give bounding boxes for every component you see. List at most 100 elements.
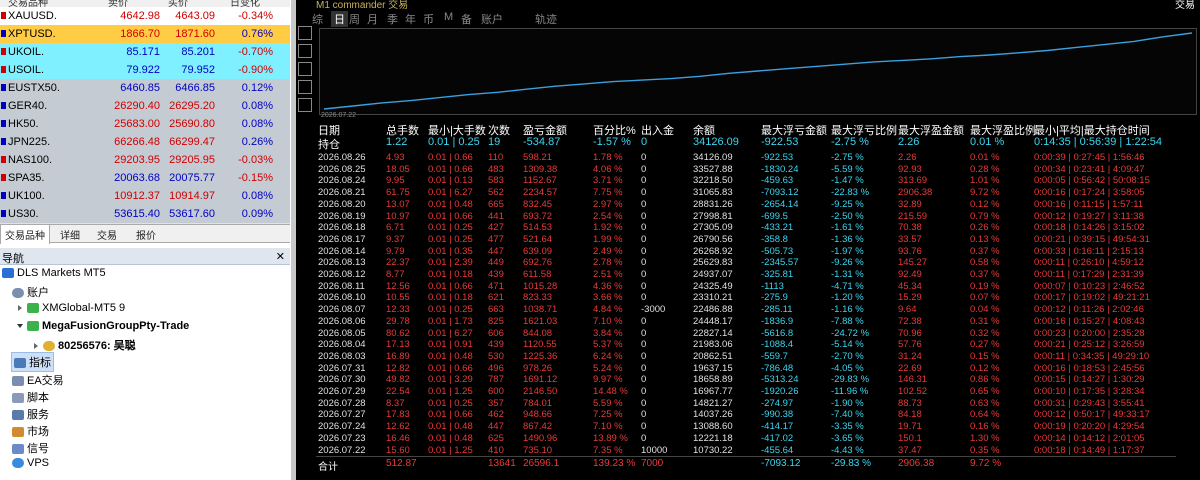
expand-icon[interactable] (18, 305, 22, 312)
market-watch-row[interactable]: EUSTX50. 6460.85 6466.85 0.12% (0, 79, 290, 98)
table-row[interactable]: 2026.08.24 9.95 0.01 | 0.13 583 1152.67 3.71 … (316, 175, 1176, 186)
mw-ask: 85.201 (181, 46, 215, 58)
tree-vps[interactable]: VPS (12, 457, 49, 469)
market-watch-row[interactable]: NAS100. 29203.95 29205.95 -0.03% (0, 151, 290, 170)
tree-services[interactable]: 服务 (12, 406, 49, 422)
tab-ticks[interactable]: 报价 (136, 227, 156, 242)
table-cell: 12.56 (386, 280, 410, 292)
table-row[interactable]: 2026.07.30 49.82 0.01 | 3.29 787 1691.12 9.97… (316, 374, 1176, 385)
period-tab[interactable]: 备 (461, 11, 472, 27)
table-row[interactable]: 2026.08.04 17.13 0.01 | 0.91 439 1120.55 5.37… (316, 339, 1176, 350)
period-tab[interactable]: 币 (423, 11, 434, 27)
market-watch-row[interactable]: UK100. 10912.37 10914.97 0.08% (0, 187, 290, 206)
table-cell: 0:00:17 | 0:19:02 | 49:21:21 (1034, 292, 1150, 304)
tree-account-user[interactable]: 80256576: 吴聪 (34, 337, 136, 353)
mw-bid: 4642.98 (120, 10, 160, 22)
tree-indicators[interactable]: 指标 (11, 352, 54, 372)
table-cell: 2.26 (898, 152, 917, 163)
table-cell: -7093.12 (761, 187, 799, 199)
tool-icon[interactable] (298, 80, 312, 94)
tool-icon[interactable] (298, 26, 312, 40)
expand-icon[interactable] (34, 343, 38, 350)
table-row[interactable]: 2026.08.05 80.62 0.01 | 6.27 606 844.08 3.84 … (316, 328, 1176, 339)
table-row[interactable]: 2026.08.25 18.05 0.01 | 0.66 483 1309.38 4.06… (316, 164, 1176, 175)
period-tab[interactable]: 季 (387, 11, 398, 27)
tree-broker[interactable]: DLS Markets MT5 (2, 267, 106, 279)
tab-details[interactable]: 详细 (60, 227, 80, 242)
holding-cell: -1.57 % (593, 136, 631, 148)
table-cell: 1.01 % (970, 175, 1000, 187)
market-watch-row[interactable]: USOIL. 79.922 79.952 -0.90% (0, 61, 290, 80)
market-watch-row[interactable]: HK50. 25683.00 25690.80 0.08% (0, 115, 290, 134)
close-icon[interactable]: ✕ (276, 250, 285, 263)
period-tab[interactable]: M (444, 11, 453, 23)
table-cell: 625 (488, 432, 504, 444)
period-tab[interactable]: 年 (405, 11, 416, 27)
trend-icon (1, 174, 6, 181)
table-row[interactable]: 2026.07.23 16.46 0.01 | 0.48 625 1490.96 13.8… (316, 433, 1176, 444)
table-row[interactable]: 2026.08.03 16.89 0.01 | 0.48 530 1225.36 6.24… (316, 351, 1176, 362)
table-cell: 2026.08.14 (318, 245, 366, 257)
tool-icon[interactable] (298, 62, 312, 76)
collapse-icon[interactable] (17, 324, 23, 329)
tab-symbols[interactable]: 交易品种 (0, 224, 50, 244)
navigator-title: 导航 (2, 253, 24, 265)
table-row[interactable]: 2026.08.26 4.93 0.01 | 0.66 110 598.21 1.78 %… (316, 152, 1176, 163)
mw-bid: 53615.40 (114, 208, 160, 220)
table-row[interactable]: 2026.08.13 22.37 0.01 | 2.39 449 692.76 2.78 … (316, 257, 1176, 268)
mw-ask: 53617.60 (169, 208, 215, 220)
table-row[interactable]: 2026.08.12 8.77 0.01 | 0.18 439 611.58 2.51 %… (316, 269, 1176, 280)
table-cell: 14821.27 (693, 397, 733, 409)
tree-signals[interactable]: 信号 (12, 440, 49, 456)
table-row[interactable]: 2026.08.14 9.79 0.01 | 0.35 447 639.09 2.49 %… (316, 246, 1176, 257)
table-cell: -459.63 (761, 175, 794, 187)
market-watch-row[interactable]: XAUUSD. 4642.98 4643.09 -0.34% (0, 7, 290, 26)
table-row[interactable]: 2026.07.24 12.62 0.01 | 0.48 447 867.42 7.10 … (316, 421, 1176, 432)
period-tab[interactable]: 综 (312, 11, 323, 27)
period-tab[interactable]: 账户 (481, 11, 503, 27)
table-cell: 0.35 % (970, 444, 1000, 456)
tool-icon[interactable] (298, 44, 312, 58)
market-watch-row[interactable]: JPN225. 66266.48 66299.47 0.26% (0, 133, 290, 152)
period-tab[interactable]: 周 (349, 11, 360, 27)
table-row[interactable]: 2026.08.17 9.37 0.01 | 0.25 477 521.64 1.99 %… (316, 234, 1176, 245)
tool-icon[interactable] (298, 98, 312, 112)
mw-bid: 26290.40 (114, 100, 160, 112)
tree-server-xm[interactable]: XMGlobal-MT5 9 (18, 302, 125, 314)
mw-ask: 1871.60 (175, 28, 215, 40)
table-row[interactable]: 2026.08.07 12.33 0.01 | 0.25 663 1038.71 4.84… (316, 304, 1176, 315)
table-row[interactable]: 2026.07.31 12.82 0.01 | 0.66 496 978.26 5.24 … (316, 363, 1176, 374)
table-cell: 0.37 % (970, 245, 1000, 257)
table-row[interactable]: 2026.08.11 12.56 0.01 | 0.66 471 1015.28 4.36… (316, 281, 1176, 292)
tree-market[interactable]: 市场 (12, 423, 49, 439)
table-row[interactable]: 2026.08.21 61.75 0.01 | 6.27 562 2234.57 7.75… (316, 187, 1176, 198)
tree-expert-advisors[interactable]: EA交易 (12, 372, 64, 388)
table-row[interactable]: 2026.08.19 10.97 0.01 | 0.66 441 693.72 2.54 … (316, 211, 1176, 222)
table-row[interactable]: 2026.08.18 6.71 0.01 | 0.25 427 514.53 1.92 %… (316, 222, 1176, 233)
table-cell: 45.34 (898, 280, 922, 292)
table-row[interactable]: 2026.07.22 15.60 0.01 | 1.25 410 735.10 7.35 … (316, 445, 1176, 456)
table-cell: -1836.9 (761, 315, 794, 327)
tree-server-megafusion[interactable]: MegaFusionGroupPty-Trade (17, 320, 189, 332)
table-row[interactable]: 2026.07.29 22.54 0.01 | 1.25 600 2146.50 14.4… (316, 386, 1176, 397)
market-watch-row[interactable]: GER40. 26290.40 26295.20 0.08% (0, 97, 290, 116)
tab-trading[interactable]: 交易 (97, 227, 117, 242)
table-row[interactable]: 2026.07.28 8.37 0.01 | 0.25 357 784.01 5.59 %… (316, 398, 1176, 409)
table-row[interactable]: 2026.07.27 17.83 0.01 | 0.66 462 948.66 7.25 … (316, 409, 1176, 420)
tree-scripts[interactable]: 脚本 (12, 389, 49, 405)
table-row[interactable]: 2026.08.10 10.55 0.01 | 0.18 621 823.33 3.66 … (316, 292, 1176, 303)
table-row[interactable]: 2026.08.06 29.78 0.01 | 1.73 825 1621.03 7.10… (316, 316, 1176, 327)
table-cell: 948.66 (523, 409, 553, 421)
table-cell: -22.83 % (831, 187, 870, 199)
market-watch-row[interactable]: UKOIL. 85.171 85.201 -0.70% (0, 43, 290, 62)
market-watch-row[interactable]: US30. 53615.40 53617.60 0.09% (0, 205, 290, 224)
period-tab[interactable]: 日 (331, 11, 348, 27)
table-row[interactable]: 2026.08.20 13.07 0.01 | 0.48 665 832.45 2.97 … (316, 199, 1176, 210)
period-tab[interactable]: 月 (367, 11, 378, 27)
mw-symbol: GER40. (8, 100, 48, 112)
mw-symbol: NAS100. (8, 154, 53, 166)
period-tab[interactable]: 轨迹 (535, 11, 557, 27)
market-watch-row[interactable]: SPA35. 20063.68 20075.77 -0.15% (0, 169, 290, 188)
market-watch-row[interactable]: XPTUSD. 1866.70 1871.60 0.76% (0, 25, 290, 44)
tree-accounts[interactable]: 账户 (12, 284, 49, 300)
